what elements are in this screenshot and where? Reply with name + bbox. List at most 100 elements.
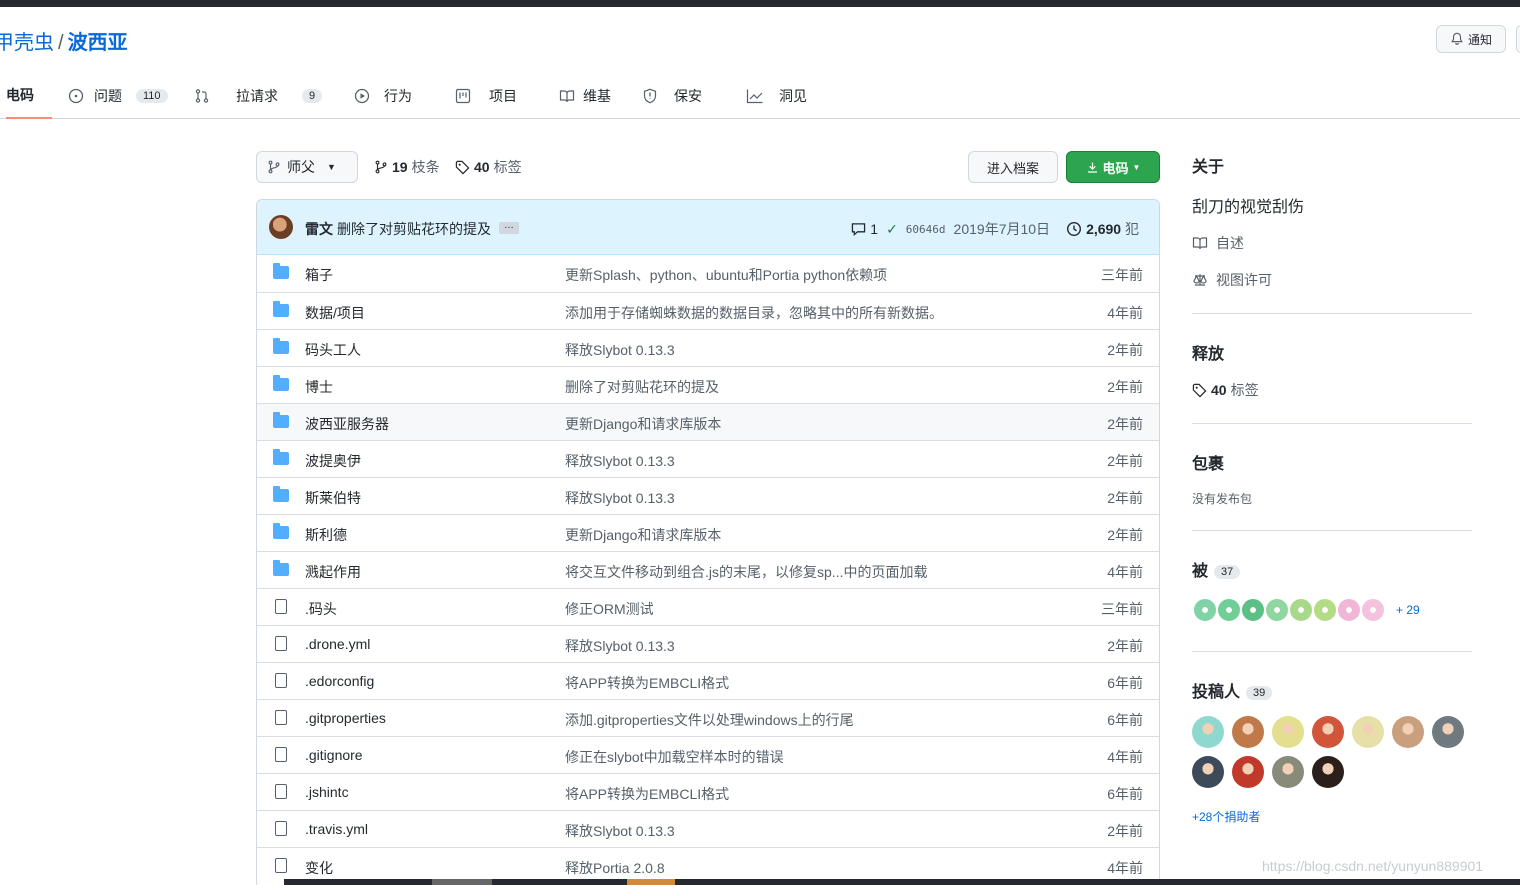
file-row[interactable]: 箱子 更新Splash、python、ubuntu和Portia python依赖… bbox=[257, 255, 1159, 292]
tab-projects[interactable]: 项目 bbox=[455, 72, 517, 119]
file-name-link[interactable]: 溅起作用 bbox=[305, 562, 361, 582]
file-commit-message-link[interactable]: 释放Slybot 0.13.3 bbox=[565, 340, 675, 360]
file-row[interactable]: 波提奥伊 释放Slybot 0.13.3 2年前 bbox=[257, 440, 1159, 477]
file-name-link[interactable]: 波西亚服务器 bbox=[305, 414, 389, 434]
go-to-file-button[interactable]: 进入档案 bbox=[968, 151, 1058, 183]
file-name-link[interactable]: .travis.yml bbox=[305, 821, 368, 837]
more-contributors-link[interactable]: +28个捐助者 bbox=[1192, 808, 1260, 825]
repo-name-link[interactable]: 波西亚 bbox=[68, 32, 128, 54]
file-name-link[interactable]: 变化 bbox=[305, 858, 333, 878]
file-commit-message-link[interactable]: 更新Django和请求库版本 bbox=[565, 525, 721, 545]
avatar[interactable] bbox=[1288, 597, 1314, 623]
commit-sha[interactable]: 60646d bbox=[906, 223, 946, 236]
branch-select-button[interactable]: 师父 ▼ bbox=[256, 151, 358, 183]
file-commit-message-link[interactable]: 添加用于存储蜘蛛数据的数据目录，忽略其中的所有新数据。 bbox=[565, 303, 943, 323]
file-row[interactable]: 码头工人 释放Slybot 0.13.3 2年前 bbox=[257, 329, 1159, 366]
more-stargazers-link[interactable]: + 29 bbox=[1396, 603, 1420, 617]
tab-insights[interactable]: 洞见 bbox=[746, 72, 807, 119]
file-commit-message-link[interactable]: 释放Portia 2.0.8 bbox=[565, 858, 665, 878]
file-row[interactable]: .gitignore 修正在slybot中加载空样本时的错误 4年前 bbox=[257, 736, 1159, 773]
file-commit-message-link[interactable]: 更新Splash、python、ubuntu和Portia python依赖项 bbox=[565, 265, 887, 285]
file-name-link[interactable]: .drone.yml bbox=[305, 636, 370, 652]
comments-count[interactable]: 1 bbox=[870, 221, 878, 237]
tags-link[interactable]: 40 标签 bbox=[455, 157, 522, 177]
tab-code[interactable]: 电码 bbox=[6, 72, 52, 119]
avatar[interactable] bbox=[1216, 597, 1242, 623]
file-name-link[interactable]: 箱子 bbox=[305, 265, 333, 285]
file-commit-message-link[interactable]: 更新Django和请求库版本 bbox=[565, 414, 721, 434]
avatar[interactable] bbox=[1232, 716, 1264, 748]
tab-security[interactable]: 保安 bbox=[642, 72, 702, 119]
check-icon[interactable]: ✓ bbox=[886, 221, 898, 238]
watch-button[interactable] bbox=[1516, 25, 1520, 53]
file-name-link[interactable]: .edorconfig bbox=[305, 673, 374, 689]
avatar[interactable] bbox=[1192, 716, 1224, 748]
file-row[interactable]: .travis.yml 释放Slybot 0.13.3 2年前 bbox=[257, 810, 1159, 847]
commits-link[interactable]: 2,690 犯 bbox=[1086, 219, 1139, 239]
file-row[interactable]: .码头 修正ORM测试 三年前 bbox=[257, 588, 1159, 625]
avatar[interactable] bbox=[1264, 597, 1290, 623]
tab-actions[interactable]: 行为 bbox=[354, 72, 412, 119]
avatar[interactable] bbox=[1336, 597, 1362, 623]
file-commit-message-link[interactable]: 释放Slybot 0.13.3 bbox=[565, 821, 675, 841]
avatar[interactable] bbox=[1272, 716, 1304, 748]
avatar[interactable] bbox=[1272, 756, 1304, 788]
code-download-button[interactable]: 电码 ▼ bbox=[1066, 151, 1160, 183]
file-name-link[interactable]: 斯利德 bbox=[305, 525, 347, 545]
avatar[interactable] bbox=[1192, 756, 1224, 788]
commit-author[interactable]: 雷文 bbox=[305, 219, 333, 239]
file-commit-message-link[interactable]: 将APP转换为EMBCLI格式 bbox=[565, 673, 729, 693]
file-name-link[interactable]: 数据/项目 bbox=[305, 303, 365, 323]
file-commit-message-link[interactable]: 释放Slybot 0.13.3 bbox=[565, 488, 675, 508]
file-commit-message-link[interactable]: 修正ORM测试 bbox=[565, 599, 654, 619]
file-name-link[interactable]: .gitproperties bbox=[305, 710, 386, 726]
file-name-link[interactable]: 码头工人 bbox=[305, 340, 361, 360]
avatar[interactable] bbox=[1432, 716, 1464, 748]
contributors-heading[interactable]: 投稿人 39 bbox=[1192, 678, 1273, 702]
avatar[interactable] bbox=[1312, 716, 1344, 748]
stargazers-heading[interactable]: 被 37 bbox=[1192, 557, 1241, 581]
file-row[interactable]: 数据/项目 添加用于存储蜘蛛数据的数据目录，忽略其中的所有新数据。 4年前 bbox=[257, 292, 1159, 329]
commit-message[interactable]: 删除了对剪贴花环的提及 bbox=[337, 219, 491, 239]
taskbar-item[interactable] bbox=[432, 879, 492, 885]
file-name-link[interactable]: 博士 bbox=[305, 377, 333, 397]
avatar[interactable] bbox=[1240, 597, 1266, 623]
branches-link[interactable]: 19 枝条 bbox=[374, 157, 440, 177]
avatar[interactable] bbox=[1360, 597, 1386, 623]
file-commit-message-link[interactable]: 添加.gitproperties文件以处理windows上的行尾 bbox=[565, 710, 854, 730]
file-commit-message-link[interactable]: 修正在slybot中加载空样本时的错误 bbox=[565, 747, 784, 767]
notifications-button[interactable]: 通知 bbox=[1436, 25, 1506, 53]
avatar[interactable] bbox=[1312, 756, 1344, 788]
packages-heading[interactable]: 包裹 bbox=[1192, 450, 1224, 474]
file-commit-message-link[interactable]: 将交互文件移动到组合.js的末尾，以修复sp...中的页面加载 bbox=[565, 562, 927, 582]
file-commit-message-link[interactable]: 删除了对剪贴花环的提及 bbox=[565, 377, 719, 397]
file-row[interactable]: 斯利德 更新Django和请求库版本 2年前 bbox=[257, 514, 1159, 551]
readme-link[interactable]: 自述 bbox=[1192, 233, 1244, 253]
avatar[interactable] bbox=[1312, 597, 1338, 623]
file-commit-message-link[interactable]: 释放Slybot 0.13.3 bbox=[565, 636, 675, 656]
tab-wiki[interactable]: 维基 bbox=[559, 72, 611, 119]
releases-heading[interactable]: 释放 bbox=[1192, 340, 1224, 364]
file-row[interactable]: .drone.yml 释放Slybot 0.13.3 2年前 bbox=[257, 625, 1159, 662]
license-link[interactable]: 视图许可 bbox=[1192, 270, 1272, 290]
file-name-link[interactable]: 斯莱伯特 bbox=[305, 488, 361, 508]
avatar[interactable] bbox=[1392, 716, 1424, 748]
file-row[interactable]: 博士 删除了对剪贴花环的提及 2年前 bbox=[257, 366, 1159, 403]
releases-tags-link[interactable]: 40 标签 bbox=[1192, 380, 1259, 400]
file-row[interactable]: 斯莱伯特 释放Slybot 0.13.3 2年前 bbox=[257, 477, 1159, 514]
avatar[interactable] bbox=[1192, 597, 1218, 623]
avatar[interactable] bbox=[1352, 716, 1384, 748]
file-name-link[interactable]: .jshintc bbox=[305, 784, 349, 800]
tab-issues[interactable]: 问题 110 bbox=[68, 72, 168, 119]
commit-expand-button[interactable]: … bbox=[499, 221, 519, 234]
file-name-link[interactable]: 波提奥伊 bbox=[305, 451, 361, 471]
avatar[interactable] bbox=[1232, 756, 1264, 788]
tab-pull-requests[interactable]: 拉请求 9 bbox=[194, 72, 323, 119]
file-row[interactable]: .edorconfig 将APP转换为EMBCLI格式 6年前 bbox=[257, 662, 1159, 699]
taskbar-item[interactable] bbox=[627, 879, 675, 885]
file-row[interactable]: 波西亚服务器 更新Django和请求库版本 2年前 bbox=[257, 403, 1159, 440]
file-name-link[interactable]: .gitignore bbox=[305, 747, 363, 763]
file-name-link[interactable]: .码头 bbox=[305, 599, 337, 619]
avatar[interactable] bbox=[269, 215, 293, 239]
file-row[interactable]: .gitproperties 添加.gitproperties文件以处理windo… bbox=[257, 699, 1159, 736]
